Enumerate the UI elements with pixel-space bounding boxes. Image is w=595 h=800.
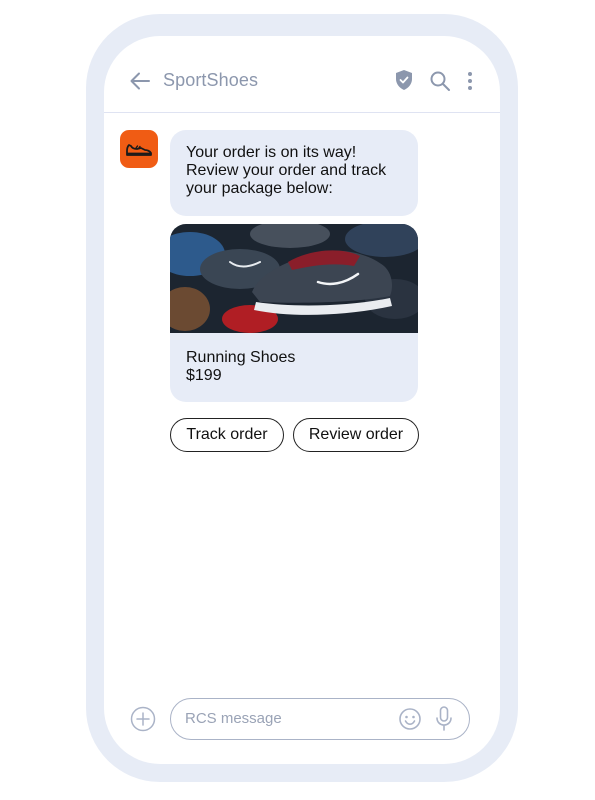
message-composer	[170, 698, 470, 740]
message-line: Your order is on its way!	[186, 144, 357, 161]
back-arrow-icon[interactable]	[128, 69, 152, 93]
app-header: SportShoes	[104, 36, 500, 113]
phone-screen: SportShoes Your order is on its way! Rev…	[104, 36, 500, 764]
shoes-photo	[170, 224, 418, 333]
search-icon[interactable]	[429, 70, 451, 92]
product-name: Running Shoes	[186, 349, 296, 366]
more-vert-icon[interactable]	[466, 71, 474, 91]
sneaker-icon	[126, 144, 152, 156]
message-bubble: Your order is on its way! Review your or…	[170, 130, 418, 216]
sender-avatar	[120, 130, 158, 168]
emoji-icon[interactable]	[398, 707, 422, 731]
page-title: SportShoes	[163, 70, 259, 90]
message-line: your package below:	[186, 180, 333, 197]
add-circle-icon[interactable]	[130, 706, 156, 732]
mic-icon[interactable]	[435, 706, 453, 732]
rich-card[interactable]: Running Shoes $199	[170, 224, 418, 402]
track-order-button[interactable]: Track order	[170, 418, 284, 452]
verified-shield-icon[interactable]	[394, 69, 414, 91]
message-line: Review your order and track	[186, 162, 387, 179]
review-order-button[interactable]: Review order	[293, 418, 419, 452]
message-input[interactable]	[185, 710, 375, 727]
product-price: $199	[186, 367, 222, 384]
